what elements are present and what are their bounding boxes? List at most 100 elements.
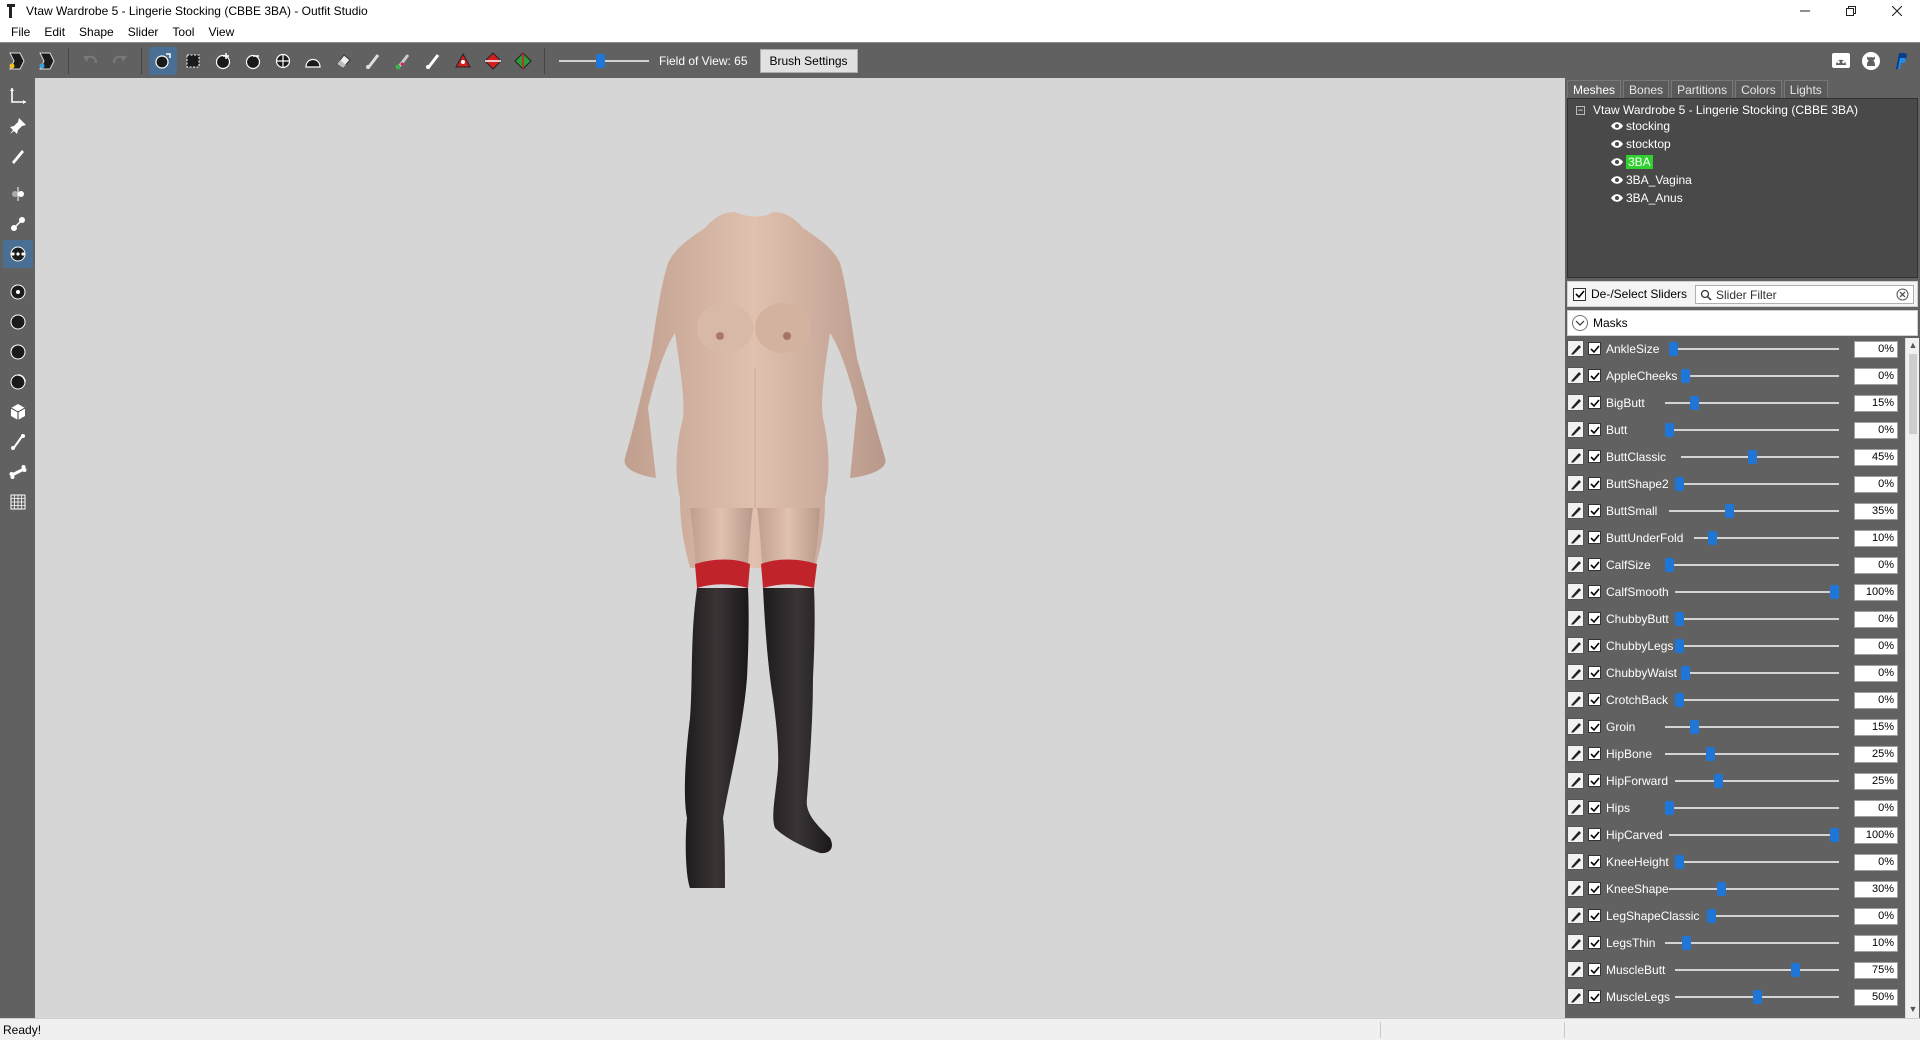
restore-button[interactable] — [1828, 0, 1874, 22]
alpha-brush-button[interactable] — [419, 47, 447, 75]
slider-edit-button[interactable] — [1567, 934, 1584, 951]
slider-edit-button[interactable] — [1567, 853, 1584, 870]
slider-value-field[interactable]: 0% — [1854, 611, 1898, 628]
slider-thumb[interactable] — [1675, 855, 1684, 869]
slider-checkbox[interactable] — [1588, 801, 1601, 814]
slider-checkbox[interactable] — [1588, 639, 1601, 652]
3d-viewport[interactable] — [35, 78, 1565, 1018]
undo-button[interactable] — [76, 47, 104, 75]
slider-checkbox[interactable] — [1588, 396, 1601, 409]
slider-checkbox[interactable] — [1588, 423, 1601, 436]
slider-edit-button[interactable] — [1567, 502, 1584, 519]
slider-edit-button[interactable] — [1567, 691, 1584, 708]
slider-thumb[interactable] — [1668, 342, 1678, 356]
flip-edge-button[interactable] — [479, 47, 507, 75]
slider-edit-button[interactable] — [1567, 637, 1584, 654]
eye-icon[interactable] — [1610, 121, 1624, 131]
select-brush-button[interactable] — [149, 46, 177, 75]
eye-icon[interactable] — [1610, 175, 1624, 185]
grid-toggle-button[interactable] — [3, 488, 33, 516]
slider-checkbox[interactable] — [1588, 450, 1601, 463]
menu-slider[interactable]: Slider — [121, 22, 166, 42]
smooth-brush-button[interactable] — [299, 47, 327, 75]
slider-thumb[interactable] — [1675, 639, 1684, 653]
slider-thumb[interactable] — [1725, 504, 1735, 518]
slider-value-field[interactable]: 0% — [1854, 638, 1898, 655]
slider-checkbox[interactable] — [1588, 882, 1601, 895]
slider-checkbox[interactable] — [1588, 990, 1601, 1003]
discord-button[interactable] — [1827, 47, 1855, 75]
tab-bones[interactable]: Bones — [1623, 80, 1670, 98]
slider-checkbox[interactable] — [1588, 612, 1601, 625]
slider-value-field[interactable]: 0% — [1854, 854, 1898, 871]
slider-thumb[interactable] — [1706, 909, 1716, 923]
slider-thumb[interactable] — [1681, 666, 1691, 680]
menu-view[interactable]: View — [201, 22, 241, 42]
slider-thumb[interactable] — [1681, 936, 1691, 950]
inflate-brush-button[interactable] — [209, 47, 237, 75]
load-reference-button[interactable] — [3, 47, 31, 75]
brush-falloff-button[interactable] — [3, 308, 33, 336]
slider-edit-button[interactable] — [1567, 421, 1584, 438]
slider-edit-button[interactable] — [1567, 961, 1584, 978]
slider-value-field[interactable]: 0% — [1854, 692, 1898, 709]
slider-checkbox[interactable] — [1588, 504, 1601, 517]
transform-tool-button[interactable] — [3, 82, 33, 110]
slider-edit-button[interactable] — [1567, 529, 1584, 546]
slider-edit-button[interactable] — [1567, 340, 1584, 357]
slider-edit-button[interactable] — [1567, 907, 1584, 924]
brush-settings-button[interactable]: Brush Settings — [759, 48, 858, 73]
mirror-tool-button[interactable] — [3, 180, 33, 208]
slider-thumb[interactable] — [1713, 774, 1723, 788]
slider-thumb[interactable] — [1665, 558, 1674, 572]
slider-thumb[interactable] — [1707, 531, 1717, 545]
slider-edit-button[interactable] — [1567, 664, 1584, 681]
slider-thumb[interactable] — [1717, 882, 1727, 896]
collapse-vertex-button[interactable] — [449, 47, 477, 75]
mesh-item-3ba-anus[interactable]: 3BA_Anus — [1610, 189, 1683, 207]
connected-tool-button[interactable] — [3, 210, 33, 238]
slider-checkbox[interactable] — [1588, 531, 1601, 544]
bone-link-button[interactable] — [3, 428, 33, 456]
slider-edit-button[interactable] — [1567, 610, 1584, 627]
slider-thumb[interactable] — [1830, 585, 1839, 599]
brush-strength-button[interactable] — [3, 338, 33, 366]
scroll-up-icon[interactable]: ▲ — [1908, 340, 1918, 352]
slider-value-field[interactable]: 50% — [1854, 989, 1898, 1006]
fov-slider-thumb[interactable] — [596, 53, 605, 68]
slider-checkbox[interactable] — [1588, 477, 1601, 490]
minimize-button[interactable] — [1782, 0, 1828, 22]
slider-checkbox[interactable] — [1588, 369, 1601, 382]
slider-thumb[interactable] — [1748, 450, 1758, 464]
slider-thumb[interactable] — [1791, 963, 1801, 977]
slider-checkbox[interactable] — [1588, 774, 1601, 787]
collapse-icon[interactable]: − — [1576, 105, 1585, 115]
slider-edit-button[interactable] — [1567, 772, 1584, 789]
menu-tool[interactable]: Tool — [165, 22, 201, 42]
vertex-edit-button[interactable] — [3, 142, 33, 170]
slider-thumb[interactable] — [1665, 801, 1674, 815]
slider-thumb[interactable] — [1675, 693, 1684, 707]
slider-thumb[interactable] — [1681, 369, 1691, 383]
slider-value-field[interactable]: 15% — [1854, 395, 1898, 412]
github-button[interactable] — [1857, 47, 1885, 75]
slider-checkbox[interactable] — [1588, 666, 1601, 679]
eye-icon[interactable] — [1610, 157, 1624, 167]
slider-filter-input[interactable] — [1716, 287, 1886, 302]
slider-edit-button[interactable] — [1567, 826, 1584, 843]
menu-shape[interactable]: Shape — [72, 22, 121, 42]
mesh-item-3ba[interactable]: 3BA — [1610, 153, 1653, 171]
slider-edit-button[interactable] — [1567, 583, 1584, 600]
slider-checkbox[interactable] — [1588, 342, 1601, 355]
slider-value-field[interactable]: 10% — [1854, 935, 1898, 952]
deselect-sliders-checkbox[interactable] — [1573, 287, 1586, 301]
slider-value-field[interactable]: 0% — [1854, 341, 1898, 358]
slider-value-field[interactable]: 0% — [1854, 665, 1898, 682]
pivot-tool-button[interactable] — [3, 112, 33, 140]
slider-edit-button[interactable] — [1567, 367, 1584, 384]
slider-value-field[interactable]: 100% — [1854, 584, 1898, 601]
color-brush-button[interactable] — [389, 47, 417, 75]
slider-value-field[interactable]: 0% — [1854, 476, 1898, 493]
deflate-brush-button[interactable] — [239, 47, 267, 75]
masks-row[interactable]: Masks — [1567, 310, 1918, 336]
